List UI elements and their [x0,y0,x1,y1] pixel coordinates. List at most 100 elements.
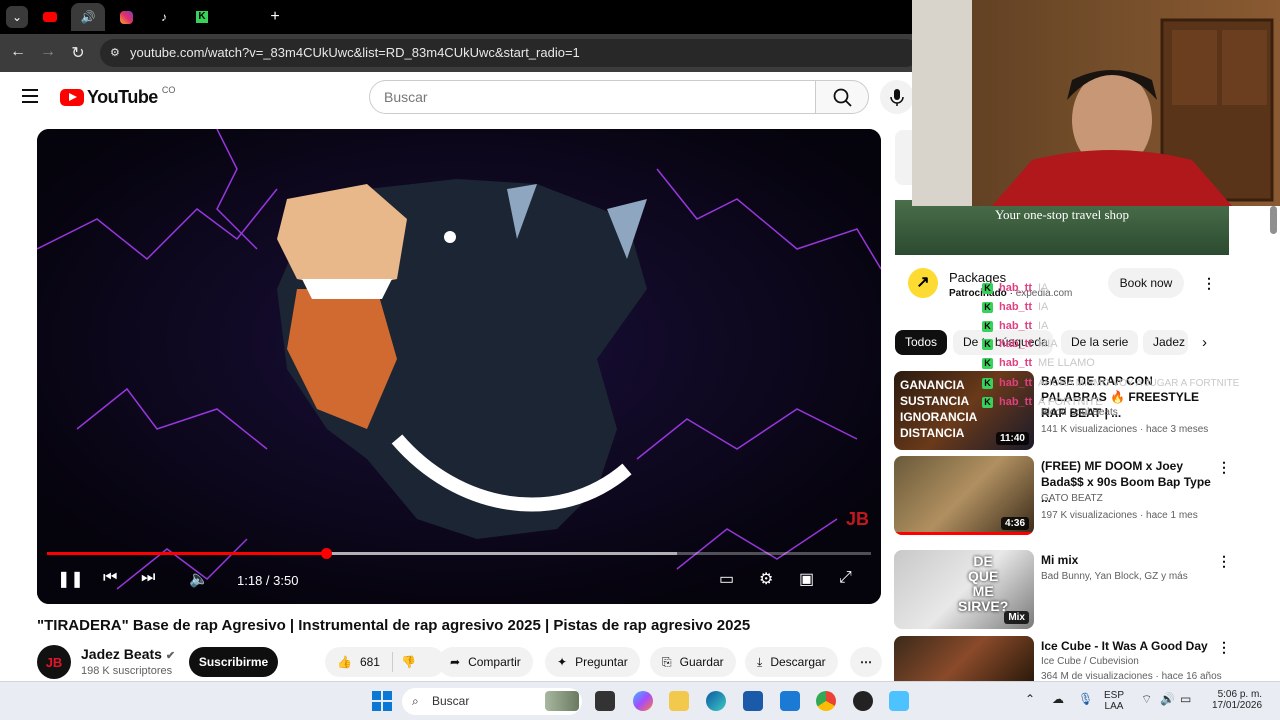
chevron-right-icon[interactable]: › [1202,334,1207,351]
channel-name-text: Jadez Beats [81,646,162,662]
related-more-icon-4[interactable]: ⋮ [1217,639,1231,656]
site-info-icon[interactable]: ⚙ [110,39,120,67]
subscribe-button[interactable]: Suscribirme [189,647,278,677]
thumbnail-text: DE QUE ME SIRVE? [958,553,1009,614]
chevron-down-icon[interactable]: ⌄ [6,6,28,28]
thumbnail-text: GANANCIA SUSTANCIA IGNORANCIA DISTANCIA [900,378,978,440]
back-icon[interactable]: ← [8,43,28,61]
advertiser-logo[interactable]: ↗ [908,268,938,298]
video-duration: 4:36 [1000,517,1029,530]
download-button[interactable]: ⤓ Descargar [745,647,838,677]
ask-button[interactable]: ✦ Preguntar [545,647,640,677]
reload-icon[interactable]: ↻ [68,43,88,63]
related-more-icon-3[interactable]: ⋮ [1217,553,1231,570]
dislike-icon[interactable]: 👎 [401,655,416,669]
battery-icon[interactable]: ▭ [1180,692,1191,706]
store-icon[interactable] [743,691,763,711]
share-button[interactable]: ➦ Compartir [438,647,533,677]
ad-banner-text: Your one-stop travel shop [994,207,1130,222]
channel-name[interactable]: Jadez Beats ✔ [81,646,175,662]
notepad-icon[interactable] [889,691,909,711]
chrome-icon[interactable] [816,691,836,711]
book-now-button[interactable]: Book now [1108,268,1184,298]
speaker-tab-icon[interactable]: 🔊 [71,3,105,31]
ad-banner[interactable]: Your one-stop travel shop [895,200,1229,255]
clock[interactable]: 5:06 p. m. 17/01/2026 [1212,689,1262,711]
related-channel-1[interactable]: Blood Soul Beats [1041,407,1118,418]
channel-avatar[interactable]: JB [37,645,71,679]
related-thumbnail-4[interactable] [894,636,1034,681]
microphone-tray-icon[interactable]: 🎙 [1078,692,1093,706]
related-channel-2[interactable]: GATO BEATZ [1041,493,1103,504]
related-more-icon-2[interactable]: ⋮ [1217,459,1231,476]
chat-text: IA [1038,320,1049,332]
search-highlight-icon[interactable] [545,691,579,711]
tiktok-tab-icon[interactable]: ♪ [153,6,175,28]
video-player[interactable]: JB ❚❚ ⏮ ⏭ 🔈 1:18 / 3:50 ▭ ⚙ ▣ ⤢ [37,129,881,604]
new-tab-button[interactable]: + [264,6,286,28]
related-meta-1: 141 K visualizaciones · hace 3 meses [1041,424,1209,435]
kick-icon: K [982,320,993,332]
edge-icon[interactable] [706,691,726,711]
language-indicator[interactable]: ESP LAA [1104,690,1124,712]
clock-time: 5:06 p. m. [1217,689,1263,700]
settings-icon[interactable]: ⚙ [759,569,773,589]
related-thumbnail-3[interactable]: DE QUE ME SIRVE? Mix [894,550,1034,629]
keyboard-layout: LAA [1104,701,1124,712]
save-button[interactable]: ⎘ Guardar [650,647,736,677]
forward-icon[interactable]: → [38,43,58,61]
next-icon[interactable]: ⏭ [141,569,155,587]
related-thumbnail-2[interactable]: 4:36 [894,456,1034,535]
divider [391,652,393,672]
instagram-tab-icon[interactable] [115,6,137,28]
blank-tab[interactable] [225,6,247,28]
volume-tray-icon[interactable]: 🔊 [1160,692,1175,706]
subtitles-icon[interactable]: ▭ [719,569,734,589]
more-actions-button[interactable]: ⋯ [850,647,882,677]
chip-jadez[interactable]: Jadez [1143,330,1188,355]
wifi-icon[interactable]: ⌔ [1141,692,1152,707]
search-button[interactable] [815,80,869,114]
like-dislike-group: 👍 681 👎 [325,647,445,677]
youtube-tab-icon[interactable] [39,6,61,28]
webcam-person-image [912,0,1274,206]
related-title-3[interactable]: Mi mix [1041,552,1213,568]
related-channel-4[interactable]: Ice Cube / Cubevision [1041,656,1139,667]
outlook-icon[interactable] [780,691,800,711]
ad-more-icon[interactable]: ⋮ [1202,275,1216,292]
related-title-4[interactable]: Ice Cube - It Was A Good Day [1041,638,1213,654]
search-input[interactable]: Buscar [369,80,816,114]
windows-start-icon[interactable] [372,691,392,711]
ask-label: Preguntar [575,655,628,669]
app-icon[interactable] [853,691,873,711]
chip-de-la-serie[interactable]: De la serie [1061,330,1139,355]
volume-icon[interactable]: 🔈 [189,569,209,589]
page-scrollbar-thumb[interactable] [1270,206,1277,234]
kick-icon: K [982,282,993,294]
download-icon: ⤓ [757,654,763,669]
download-label: Descargar [770,655,826,669]
progress-played [47,552,327,555]
previous-icon[interactable]: ⏮ [103,569,117,587]
url-field[interactable]: ⚙ youtube.com/watch?v=_83m4CUkUwc&list=R… [100,39,920,67]
save-label: Guardar [679,655,724,669]
pause-icon[interactable]: ❚❚ [57,569,84,589]
chat-user: hab_tt [999,396,1032,408]
voice-search-button[interactable] [880,80,914,114]
fullscreen-icon[interactable]: ⤢ [839,569,852,587]
chat-message: Khab_tt A FORTNITE [982,396,1103,408]
onedrive-icon[interactable]: ☁ [1052,692,1064,706]
file-explorer-icon[interactable] [669,691,689,711]
kick-tab-icon[interactable]: K [191,6,213,28]
side-panel-edge [895,130,912,185]
menu-icon[interactable] [22,89,38,103]
like-icon[interactable]: 👍 [337,655,352,669]
related-channel-3[interactable]: Bad Bunny, Yan Block, GZ y más [1041,571,1188,582]
like-count[interactable]: 681 [360,655,380,669]
youtube-logo[interactable]: YouTube CO [60,85,175,108]
theater-mode-icon[interactable]: ▣ [799,569,814,589]
chevron-up-icon[interactable]: ⌃ [1025,692,1035,706]
chip-todos[interactable]: Todos [895,330,948,355]
task-view-icon[interactable] [595,691,615,711]
copilot-icon[interactable] [633,691,653,711]
